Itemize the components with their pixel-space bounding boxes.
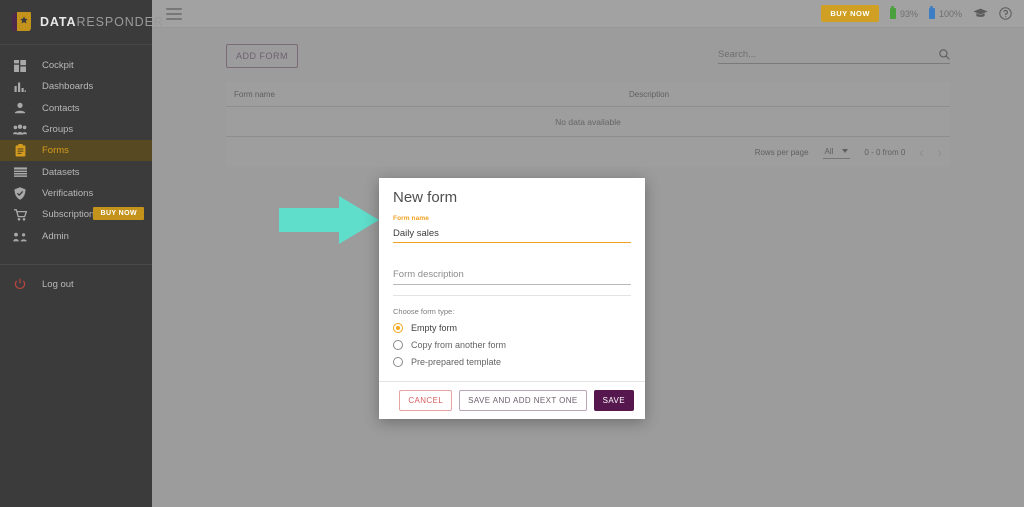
dialog-divider (393, 295, 631, 296)
save-and-add-next-button[interactable]: SAVE AND ADD NEXT ONE (459, 390, 587, 411)
radio-option-copy-from-another-form[interactable]: Copy from another form (393, 340, 631, 350)
app-root: DATARESPONDER Cockpit Dashboards Contact… (0, 0, 1024, 507)
sidebar-divider (0, 263, 152, 265)
brand-bold: DATA (40, 15, 77, 29)
battery-blue-icon (928, 6, 935, 19)
toolbar: ADD FORM (226, 40, 950, 72)
hamburger-icon[interactable] (166, 7, 182, 20)
topbar: BUY NOW 93% 100% (152, 0, 1024, 28)
admin-people-icon (9, 229, 31, 244)
add-form-button[interactable]: ADD FORM (226, 44, 298, 68)
dialog-footer: CANCEL SAVE AND ADD NEXT ONE SAVE (379, 381, 645, 419)
table-empty-message: No data available (226, 107, 950, 137)
battery-green-icon (889, 6, 896, 19)
sidebar-nav: Cockpit Dashboards Contacts Groups Forms… (0, 45, 152, 295)
grid-dashboard-icon (9, 58, 31, 73)
list-rows-icon (9, 165, 31, 180)
clipboard-icon (9, 143, 31, 158)
form-name-field[interactable]: Form name (393, 215, 631, 243)
sidebar-item-logout[interactable]: Log out (0, 274, 152, 295)
shield-check-icon (9, 186, 31, 201)
table-header-row: Form name Description (226, 82, 950, 107)
sidebar-item-label: Admin (42, 230, 69, 242)
meter-blue-value: 100% (938, 8, 962, 19)
sidebar-item-label: Verifications (42, 187, 94, 199)
radio-label: Pre-prepared template (411, 357, 502, 367)
column-header-description[interactable]: Description (629, 90, 669, 99)
graduation-cap-icon[interactable] (973, 8, 988, 19)
sidebar-item-label: Log out (42, 278, 74, 290)
form-name-label: Form name (393, 215, 429, 222)
topbar-buy-now-button[interactable]: BUY NOW (821, 5, 879, 22)
search-box[interactable] (718, 48, 950, 64)
form-description-input[interactable] (393, 268, 631, 285)
radio-label: Copy from another form (411, 340, 507, 350)
radio-button-icon[interactable] (393, 323, 403, 333)
brand-light: RESPONDER (76, 15, 164, 29)
sidebar-item-label: Forms (42, 145, 69, 157)
arrow-right-annotation-icon (277, 194, 381, 246)
chevron-down-icon (842, 149, 849, 153)
chevron-right-icon[interactable]: › (938, 146, 942, 159)
cancel-button[interactable]: CANCEL (399, 390, 453, 411)
radio-option-empty-form[interactable]: Empty form (393, 323, 631, 333)
column-header-form-name[interactable]: Form name (234, 90, 629, 99)
dialog-title: New form (393, 189, 458, 206)
brand[interactable]: DATARESPONDER (0, 0, 163, 45)
sidebar-item-subscription[interactable]: Subscription BUY NOW (0, 204, 152, 225)
table-footer: Rows per page All 0 - 0 from 0 ‹ › (226, 137, 950, 167)
sidebar-item-label: Groups (42, 124, 74, 136)
form-description-field[interactable] (393, 264, 631, 285)
help-circle-icon[interactable] (999, 7, 1012, 20)
sidebar-item-label: Datasets (42, 166, 80, 178)
sidebar-item-dashboards[interactable]: Dashboards (0, 76, 152, 97)
sidebar-item-datasets[interactable]: Datasets (0, 161, 152, 182)
pagination-range: 0 - 0 from 0 (864, 147, 906, 157)
sidebar-item-groups[interactable]: Groups (0, 119, 152, 140)
meter-blue: 100% (928, 6, 962, 19)
new-form-dialog: New form Form name Choose form type: Emp… (379, 178, 645, 419)
meter-green: 93% (889, 6, 918, 19)
sidebar-item-contacts[interactable]: Contacts (0, 98, 152, 119)
sidebar-item-forms[interactable]: Forms (0, 140, 152, 162)
page-content: ADD FORM Form name Description No data a… (152, 28, 1024, 167)
sidebar-item-verifications[interactable]: Verifications (0, 183, 152, 204)
rows-per-page-label: Rows per page (754, 147, 809, 157)
form-name-input[interactable] (393, 227, 631, 243)
meter-green-value: 93% (899, 8, 918, 19)
sidebar: DATARESPONDER Cockpit Dashboards Contact… (0, 0, 163, 507)
sidebar-item-label: Cockpit (42, 60, 74, 72)
people-group-icon (9, 122, 31, 137)
chevron-left-icon[interactable]: ‹ (919, 146, 923, 159)
radio-button-icon[interactable] (393, 340, 403, 350)
rows-per-page-value: All (824, 146, 834, 156)
sidebar-item-cockpit[interactable]: Cockpit (0, 55, 152, 76)
person-icon (9, 101, 31, 116)
brand-text: DATARESPONDER (40, 15, 164, 29)
radio-button-icon[interactable] (393, 357, 403, 367)
cart-icon (9, 207, 31, 222)
sidebar-item-admin[interactable]: Admin (0, 225, 152, 246)
save-button[interactable]: SAVE (593, 390, 634, 411)
sidebar-buy-now-badge[interactable]: BUY NOW (93, 207, 144, 221)
head-star-logo-icon (11, 10, 32, 34)
power-icon (9, 277, 31, 292)
topbar-right-group: BUY NOW 93% 100% (821, 5, 1012, 22)
choose-form-type-label: Choose form type: (393, 307, 455, 316)
search-icon[interactable] (939, 48, 950, 60)
sidebar-item-label: Contacts (42, 102, 80, 114)
rows-per-page-select[interactable]: All (822, 146, 851, 159)
sidebar-item-label: Subscription (42, 209, 95, 221)
sidebar-item-label: Dashboards (42, 81, 94, 93)
forms-table-card: Form name Description No data available … (226, 82, 950, 167)
radio-option-pre-prepared-template[interactable]: Pre-prepared template (393, 357, 631, 367)
dialog-body: Form name Choose form type: Empty form C… (379, 215, 645, 381)
radio-label: Empty form (411, 323, 458, 333)
bar-chart-icon (9, 79, 31, 94)
search-input[interactable] (718, 48, 939, 60)
